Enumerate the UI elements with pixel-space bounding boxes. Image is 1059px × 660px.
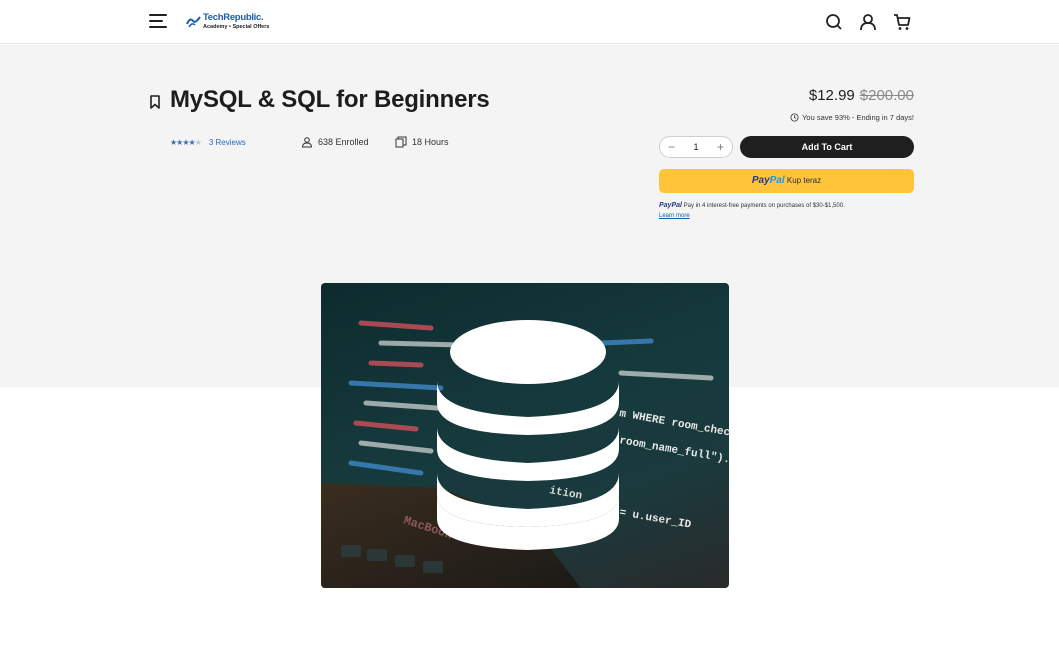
decrement-button[interactable]: − bbox=[668, 141, 675, 153]
database-icon bbox=[437, 320, 619, 550]
search-icon[interactable] bbox=[824, 12, 844, 32]
cart-icon[interactable] bbox=[892, 12, 912, 32]
code-line-user-id: = u.user_ID bbox=[618, 507, 692, 531]
star-half-icon: ★ bbox=[194, 138, 202, 147]
rating: ★ ★ ★ ★ ★ 3 Reviews bbox=[170, 138, 246, 147]
reviews-link[interactable]: 3 Reviews bbox=[209, 138, 246, 147]
increment-button[interactable]: + bbox=[717, 141, 724, 153]
enrolled-label: 638 Enrolled bbox=[318, 137, 369, 147]
site-logo[interactable]: TechRepublic. Academy • Special Offers bbox=[186, 12, 276, 34]
bookmark-icon[interactable] bbox=[150, 95, 160, 109]
logo-mark-icon bbox=[186, 16, 201, 28]
user-icon[interactable] bbox=[858, 12, 878, 32]
product-title: MySQL & SQL for Beginners bbox=[170, 86, 490, 113]
lessons-icon bbox=[395, 136, 407, 148]
learn-more-link[interactable]: Learn more bbox=[659, 213, 690, 219]
paypal-logo: PayPal bbox=[751, 175, 785, 186]
course-image-art: m WHERE room_checked room_name_full")." … bbox=[321, 320, 729, 588]
code-line-room-name: room_name_full")." bbox=[618, 435, 729, 467]
savings-notice: You save 93% - Ending in 7 days! bbox=[790, 113, 914, 122]
add-to-cart-button[interactable]: Add To Cart bbox=[740, 136, 914, 158]
hours-label: 18 Hours bbox=[412, 137, 449, 147]
quantity-value[interactable]: 1 bbox=[693, 142, 698, 152]
clock-icon bbox=[790, 113, 799, 122]
course-image: m WHERE room_checked room_name_full")." … bbox=[321, 283, 729, 588]
paypal-button-label: Kup teraz bbox=[786, 176, 822, 185]
students-icon bbox=[302, 137, 312, 148]
paypal-small-logo: PayPal bbox=[659, 202, 682, 209]
menu-icon[interactable] bbox=[149, 14, 167, 28]
savings-text: You save 93% - Ending in 7 days! bbox=[802, 113, 914, 122]
current-price: $12.99 bbox=[808, 87, 855, 104]
paypal-pay-later-message: PayPal Pay in 4 interest-free payments o… bbox=[659, 201, 914, 221]
site-header: TechRepublic. Academy • Special Offers bbox=[0, 0, 1059, 44]
enrolled-count: 638 Enrolled bbox=[301, 136, 369, 148]
price-row: $12.99 $200.00 bbox=[809, 87, 914, 104]
code-line-position: ition bbox=[548, 485, 583, 503]
logo-brand: TechRepublic. bbox=[203, 12, 264, 23]
paypal-info-text: Pay in 4 interest-free payments on purch… bbox=[683, 203, 845, 209]
original-price: $200.00 bbox=[859, 87, 914, 104]
course-hours: 18 Hours bbox=[395, 136, 449, 148]
logo-subtitle: Academy • Special Offers bbox=[203, 24, 270, 30]
paypal-button[interactable]: PayPal Kup teraz bbox=[659, 169, 914, 193]
quantity-stepper[interactable]: − 1 + bbox=[659, 136, 733, 158]
